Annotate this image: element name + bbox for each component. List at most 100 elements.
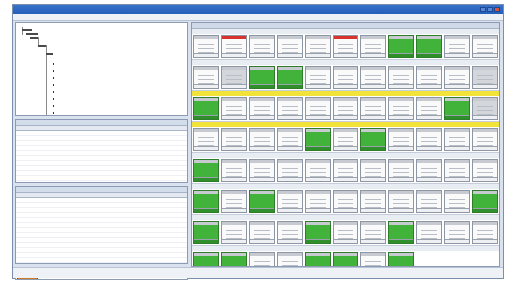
station-tile[interactable] — [248, 66, 275, 89]
station-tile[interactable] — [472, 159, 498, 182]
alarm-row[interactable] — [16, 181, 187, 182]
station-tile[interactable] — [193, 35, 219, 58]
station-tile[interactable] — [416, 66, 443, 89]
station-tile[interactable] — [220, 66, 247, 89]
tile-footer — [221, 239, 246, 243]
station-tile[interactable] — [193, 128, 219, 151]
station-tile[interactable] — [416, 221, 443, 244]
station-tile[interactable] — [360, 35, 387, 58]
station-tile[interactable] — [193, 252, 219, 266]
station-tile[interactable] — [444, 221, 471, 244]
station-tile[interactable] — [304, 190, 331, 213]
station-tile[interactable] — [388, 97, 415, 120]
tile-text-line — [365, 48, 382, 49]
station-tile[interactable] — [388, 159, 415, 182]
station-tile[interactable] — [304, 66, 331, 89]
station-tile[interactable] — [332, 252, 359, 266]
tile-footer — [333, 53, 358, 57]
station-tile[interactable] — [276, 128, 303, 151]
maximize-button[interactable] — [487, 7, 493, 12]
station-tile[interactable] — [304, 128, 331, 151]
tile-text-line — [477, 137, 493, 138]
station-tile[interactable] — [472, 128, 498, 151]
station-tile[interactable] — [332, 190, 359, 213]
station-tile[interactable] — [388, 221, 415, 244]
close-button[interactable] — [494, 7, 500, 12]
station-tile[interactable] — [276, 66, 303, 89]
station-tile[interactable] — [193, 66, 219, 89]
station-tile[interactable] — [248, 252, 275, 266]
station-tile[interactable] — [276, 35, 303, 58]
station-tile[interactable] — [388, 128, 415, 151]
station-tile[interactable] — [360, 221, 387, 244]
station-tile[interactable] — [304, 35, 331, 58]
alarm-list[interactable] — [16, 126, 187, 182]
station-tile[interactable] — [416, 97, 443, 120]
station-tile[interactable] — [472, 97, 498, 120]
event-row[interactable] — [16, 258, 187, 263]
station-tile[interactable] — [388, 190, 415, 213]
station-tile[interactable] — [332, 128, 359, 151]
event-log[interactable] — [16, 193, 187, 263]
station-tile[interactable] — [304, 252, 331, 266]
station-tile[interactable] — [248, 190, 275, 213]
station-tile[interactable] — [193, 221, 219, 244]
station-tile[interactable] — [416, 190, 443, 213]
station-tile[interactable] — [360, 128, 387, 151]
station-tile[interactable] — [444, 97, 471, 120]
station-tile[interactable] — [444, 159, 471, 182]
station-tile[interactable] — [220, 35, 247, 58]
station-tile[interactable] — [248, 128, 275, 151]
station-tile[interactable] — [388, 66, 415, 89]
station-tile[interactable] — [416, 159, 443, 182]
station-tile[interactable] — [248, 159, 275, 182]
station-tile[interactable] — [220, 159, 247, 182]
station-tile[interactable] — [444, 190, 471, 213]
tile-text-line — [198, 44, 214, 45]
minimize-button[interactable] — [480, 7, 486, 12]
station-tile[interactable] — [332, 221, 359, 244]
station-tile[interactable] — [360, 190, 387, 213]
station-tile[interactable] — [220, 252, 247, 266]
station-tile[interactable] — [332, 159, 359, 182]
station-tile[interactable] — [360, 66, 387, 89]
station-tile[interactable] — [360, 97, 387, 120]
station-tile[interactable] — [304, 221, 331, 244]
station-tile[interactable] — [332, 97, 359, 120]
station-tile[interactable] — [360, 159, 387, 182]
station-tile[interactable] — [416, 128, 443, 151]
station-tile[interactable] — [332, 35, 359, 58]
tile-footer — [417, 146, 442, 150]
station-tile[interactable] — [388, 252, 415, 266]
station-tile[interactable] — [193, 159, 219, 182]
station-tile[interactable] — [248, 35, 275, 58]
station-tile[interactable] — [193, 97, 219, 120]
station-tile[interactable] — [193, 190, 219, 213]
station-tile[interactable] — [276, 159, 303, 182]
station-tile[interactable] — [332, 66, 359, 89]
station-tile[interactable] — [248, 221, 275, 244]
station-tile[interactable] — [444, 35, 471, 58]
station-tile[interactable] — [388, 35, 415, 58]
station-tile[interactable] — [276, 252, 303, 266]
station-tile[interactable] — [276, 221, 303, 244]
station-tile[interactable] — [360, 252, 387, 266]
station-tile[interactable] — [472, 66, 498, 89]
station-tile[interactable] — [220, 221, 247, 244]
station-tile[interactable] — [444, 128, 471, 151]
station-tile[interactable] — [276, 190, 303, 213]
station-tile[interactable] — [444, 66, 471, 89]
station-tile[interactable] — [472, 35, 498, 58]
station-tile[interactable] — [220, 128, 247, 151]
station-tile[interactable] — [248, 97, 275, 120]
station-tile[interactable] — [472, 190, 498, 213]
station-tile[interactable] — [472, 221, 498, 244]
alarm-cell — [45, 131, 74, 135]
station-tile[interactable] — [220, 97, 247, 120]
station-tile[interactable] — [220, 190, 247, 213]
station-tile[interactable] — [276, 97, 303, 120]
device-tree[interactable] — [16, 23, 187, 115]
station-tile[interactable] — [304, 159, 331, 182]
station-tile[interactable] — [416, 35, 443, 58]
station-tile[interactable] — [304, 97, 331, 120]
